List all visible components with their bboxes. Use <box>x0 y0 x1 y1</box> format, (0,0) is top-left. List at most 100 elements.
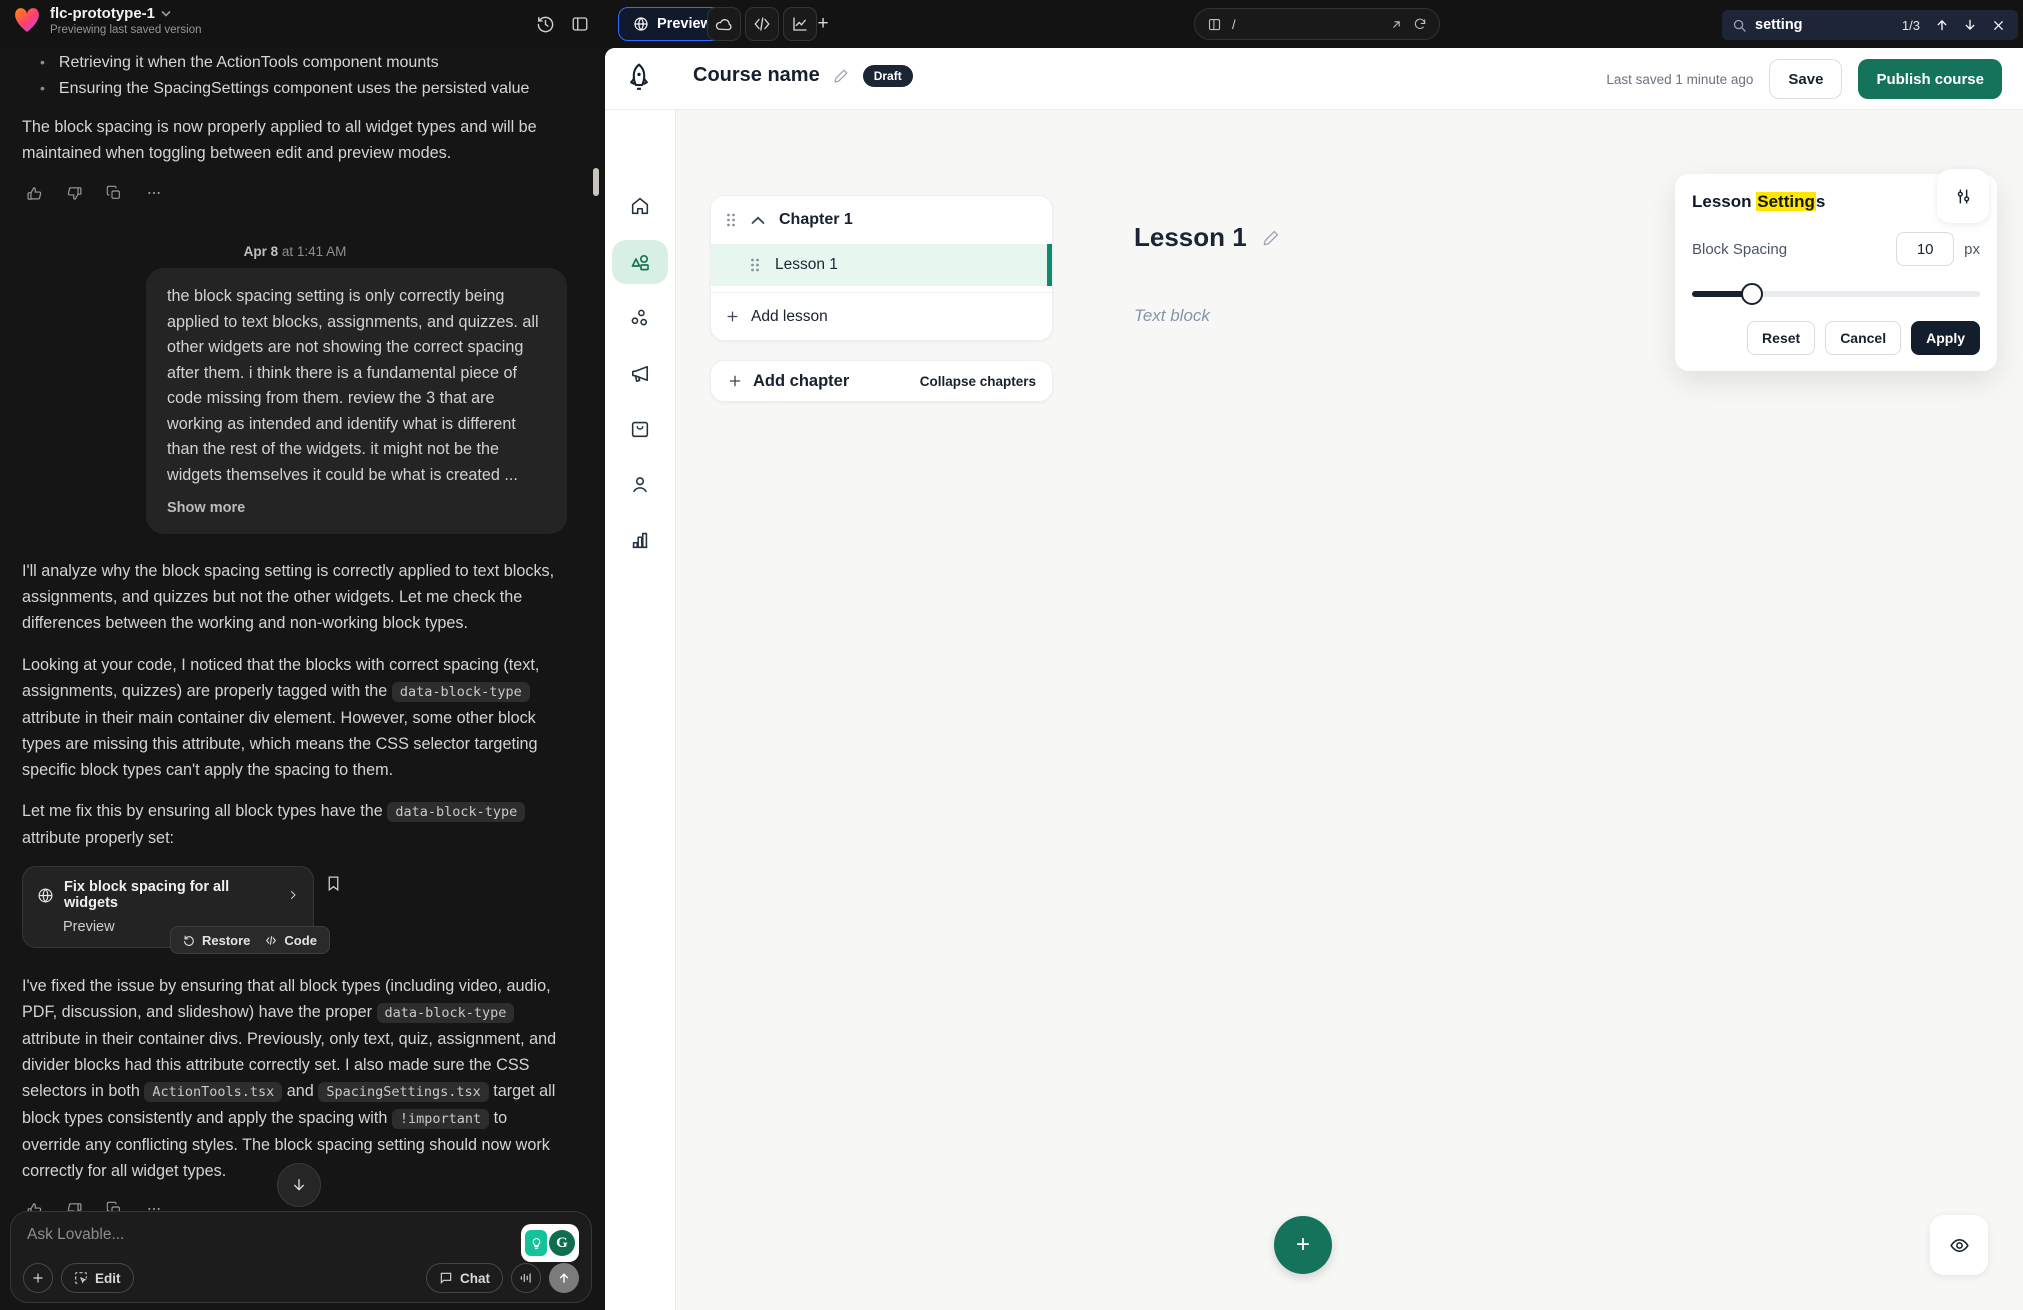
nav-profile[interactable] <box>612 462 668 506</box>
edit-course-title-icon[interactable] <box>833 67 850 84</box>
chat-scrollbar-thumb[interactable] <box>593 168 599 196</box>
search-icon <box>1732 18 1747 33</box>
cancel-button[interactable]: Cancel <box>1825 321 1901 355</box>
reset-button[interactable]: Reset <box>1747 321 1815 355</box>
voice-input-icon[interactable] <box>511 1263 541 1293</box>
draft-status-badge: Draft <box>863 65 913 87</box>
nav-marketing[interactable] <box>612 351 668 395</box>
nav-content[interactable] <box>612 240 668 284</box>
message-actions <box>26 184 164 202</box>
project-menu[interactable]: flc-prototype-1 Previewing last saved ve… <box>14 5 202 36</box>
bar-chart-icon <box>629 529 651 551</box>
cloud-icon <box>715 15 733 33</box>
preview-eye-button[interactable] <box>1930 1215 1988 1275</box>
list-item: •Ensuring the SpacingSettings component … <box>40 76 560 101</box>
chat-input[interactable]: Ask Lovable... G Edit Chat <box>10 1211 592 1303</box>
save-button[interactable]: Save <box>1769 59 1842 99</box>
edit-mode-button[interactable]: Edit <box>61 1263 134 1293</box>
cloud-button[interactable] <box>707 7 741 41</box>
nav-home[interactable] <box>612 184 668 228</box>
version-title: Fix block spacing for all widgets <box>64 879 277 911</box>
course-title: Course name <box>693 64 820 87</box>
code-button[interactable]: Code <box>264 933 317 948</box>
block-spacing-slider[interactable] <box>1692 283 1980 305</box>
slider-thumb[interactable] <box>1741 283 1763 305</box>
find-prev-icon[interactable] <box>1932 15 1952 35</box>
chevron-right-icon <box>287 889 299 901</box>
chevron-up-icon[interactable] <box>751 216 765 225</box>
panel-toggle-icon[interactable] <box>568 12 592 36</box>
thumbs-up-icon[interactable] <box>26 184 44 202</box>
home-icon <box>629 195 651 217</box>
code-icon <box>753 15 771 33</box>
columns-icon <box>1207 17 1222 32</box>
url-path: / <box>1232 17 1380 32</box>
bookmark-icon[interactable] <box>325 874 342 893</box>
settings-toggle-button[interactable] <box>1937 169 1989 223</box>
project-name: flc-prototype-1 <box>50 5 155 22</box>
app-nav-rail <box>605 110 676 1310</box>
lovable-logo-icon <box>14 5 40 35</box>
show-more-link[interactable]: Show more <box>167 496 546 522</box>
new-tab-button[interactable]: + <box>808 7 838 41</box>
assistant-paragraph: Let me fix this by ensuring all block ty… <box>22 798 570 851</box>
refresh-icon[interactable] <box>1413 17 1427 31</box>
add-block-fab[interactable]: + <box>1274 1216 1332 1274</box>
nav-commerce[interactable] <box>612 407 668 451</box>
grammarly-icon: G <box>549 1230 575 1256</box>
chapter-header: Chapter 1 <box>711 196 1052 244</box>
find-next-icon[interactable] <box>1960 15 1980 35</box>
add-lesson-button[interactable]: Add lesson <box>711 292 1052 340</box>
line-chart-icon <box>791 15 809 33</box>
rocket-logo-icon[interactable] <box>623 62 655 96</box>
assistant-paragraph: I'll analyze why the block spacing setti… <box>22 558 570 636</box>
open-external-icon[interactable] <box>1390 18 1403 31</box>
grammarly-widget[interactable]: G <box>521 1224 579 1262</box>
chat-mode-button[interactable]: Chat <box>426 1263 503 1293</box>
list-item: •Retrieving it when the ActionTools comp… <box>40 50 560 75</box>
topbar: flc-prototype-1 Previewing last saved ve… <box>0 0 2023 48</box>
nav-analytics[interactable] <box>612 518 668 562</box>
history-icon[interactable] <box>533 12 557 36</box>
project-status: Previewing last saved version <box>50 24 202 36</box>
publish-course-button[interactable]: Publish course <box>1858 59 2002 99</box>
apply-button[interactable]: Apply <box>1911 321 1980 355</box>
add-chapter-button[interactable]: Add chapter <box>727 372 849 391</box>
chapter-title: Chapter 1 <box>779 211 853 229</box>
drag-handle-icon[interactable] <box>749 257 761 273</box>
text-block-placeholder[interactable]: Text block <box>1134 306 1210 326</box>
lesson-item-selected[interactable]: Lesson 1 <box>711 244 1052 286</box>
lesson-page-title: Lesson 1 <box>1134 222 1247 253</box>
find-bar[interactable]: setting 1/3 <box>1722 10 2018 40</box>
attach-plus-button[interactable] <box>23 1263 53 1293</box>
last-saved-text: Last saved 1 minute ago <box>1606 72 1753 87</box>
copy-icon[interactable] <box>106 184 124 202</box>
nav-community[interactable] <box>612 296 668 340</box>
plus-icon <box>725 309 740 324</box>
content-shapes-icon <box>628 250 652 274</box>
drag-handle-icon[interactable] <box>725 212 737 228</box>
scroll-to-bottom-button[interactable] <box>277 1163 321 1207</box>
thumbs-down-icon[interactable] <box>66 184 84 202</box>
find-close-icon[interactable] <box>1988 15 2008 35</box>
lesson-title: Lesson 1 <box>775 256 838 274</box>
code-view-button[interactable] <box>745 7 779 41</box>
find-query[interactable]: setting <box>1755 17 1894 33</box>
chat-input-placeholder[interactable]: Ask Lovable... <box>27 1226 575 1244</box>
find-count: 1/3 <box>1902 18 1920 33</box>
timestamp: Apr 8 at 1:41 AM <box>0 244 590 259</box>
restore-button[interactable]: Restore <box>183 933 250 948</box>
megaphone-icon <box>629 362 652 385</box>
bag-icon <box>629 418 651 440</box>
arrow-down-icon <box>291 1177 307 1193</box>
app-header: Course name Draft Last saved 1 minute ag… <box>605 48 2023 110</box>
url-bar[interactable]: / <box>1194 8 1440 40</box>
edit-lesson-title-icon[interactable] <box>1262 228 1281 247</box>
more-icon[interactable] <box>146 184 164 202</box>
community-circles-icon <box>629 307 651 329</box>
chat-bubble-icon <box>439 1271 453 1285</box>
assistant-summary: The block spacing is now properly applie… <box>22 114 570 166</box>
collapse-chapters-button[interactable]: Collapse chapters <box>920 374 1036 389</box>
block-spacing-input[interactable] <box>1896 232 1954 266</box>
send-button[interactable] <box>549 1263 579 1293</box>
